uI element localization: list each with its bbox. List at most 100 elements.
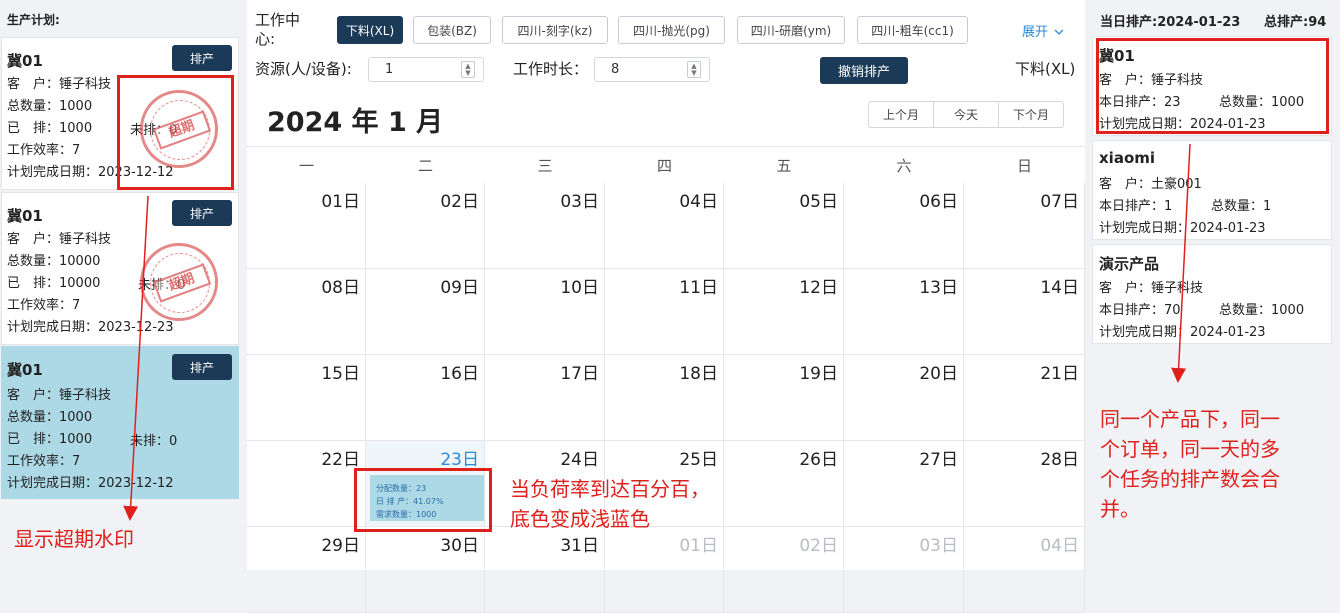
plan-card-plan-date: 计划完成日期：2023-12-12 <box>7 476 174 491</box>
tab-ym[interactable]: 四川-研磨(ym) <box>737 16 845 44</box>
calendar-day-cell[interactable]: 02日 <box>724 527 844 613</box>
calendar-day-cell[interactable]: 26日 <box>724 441 844 527</box>
calendar-day-cell[interactable]: 01日 <box>605 527 724 613</box>
annotation-merge-line: 个订单，同一天的多 <box>1100 437 1280 461</box>
daily-card-total: 总数量：1000 <box>1219 303 1305 318</box>
schedule-button[interactable]: 排产 <box>172 354 232 380</box>
plan-card-name: 冀01 <box>7 361 43 379</box>
calendar-day-cell[interactable]: 29日 <box>247 527 366 613</box>
calendar-day-cell[interactable]: 04日 <box>964 527 1085 613</box>
calendar-day-number: 11日 <box>679 278 718 298</box>
calendar-day-cell[interactable]: 28日 <box>964 441 1085 527</box>
plan-card-name: 冀01 <box>7 52 43 70</box>
daily-card[interactable]: xiaomi 客 户：土豪001 本日排产：1 总数量：1 计划完成日期：202… <box>1092 140 1332 240</box>
plan-card-scheduled: 已 排：1000 <box>7 121 93 136</box>
daily-card-name: xiaomi <box>1099 149 1156 167</box>
cancel-schedule-button[interactable]: 撤销排产 <box>820 57 908 84</box>
expand-label: 展开 <box>1022 25 1049 40</box>
tab-cc1[interactable]: 四川-粗车(cc1) <box>857 16 968 44</box>
calendar-day-cell[interactable]: 15日 <box>247 355 366 441</box>
tab-pg[interactable]: 四川-抛光(pg) <box>618 16 725 44</box>
calendar-day-cell[interactable]: 14日 <box>964 269 1085 355</box>
calendar-day-number: 12日 <box>799 278 838 298</box>
plan-card-total: 总数量：1000 <box>7 99 93 114</box>
weekday-header: 一 <box>298 156 314 175</box>
calendar-day-number: 31日 <box>560 536 599 556</box>
resource-label: 资源(人/设备): <box>255 60 352 78</box>
calendar-day-number: 03日 <box>919 536 958 556</box>
calendar-day-number: 25日 <box>679 450 718 470</box>
calendar-day-number: 13日 <box>919 278 958 298</box>
calendar-day-cell[interactable]: 19日 <box>724 355 844 441</box>
calendar-day-number: 26日 <box>799 450 838 470</box>
calendar-day-cell[interactable]: 17日 <box>485 355 605 441</box>
resource-stepper[interactable]: 1 ▲ ▼ <box>368 57 484 82</box>
annotation-merge-line: 个任务的排产数会合 <box>1100 467 1280 491</box>
calendar-day-number: 19日 <box>799 364 838 384</box>
tab-kz[interactable]: 四川-刻字(kz) <box>502 16 608 44</box>
plan-card-customer: 客 户：锤子科技 <box>7 77 112 92</box>
plan-card-selected[interactable]: 冀01 排产 客 户：锤子科技 总数量：1000 已 排：1000 未排：0 工… <box>1 346 239 499</box>
calendar-day-number: 05日 <box>799 192 838 212</box>
calendar-day-number: 20日 <box>919 364 958 384</box>
annotation-merge: 同一个产品下，同一 个订单，同一天的多 个任务的排产数会合 并。 <box>1100 404 1280 524</box>
next-month-button[interactable]: 下个月 <box>999 102 1063 127</box>
calendar-day-cell[interactable]: 07日 <box>964 183 1085 269</box>
calendar-day-cell[interactable]: 02日 <box>366 183 485 269</box>
calendar-day-cell[interactable]: 22日 <box>247 441 366 527</box>
calendar-day-cell[interactable]: 21日 <box>964 355 1085 441</box>
calendar-day-number: 28日 <box>1040 450 1079 470</box>
calendar-day-cell[interactable]: 30日 <box>366 527 485 613</box>
calendar-day-cell[interactable]: 04日 <box>605 183 724 269</box>
calendar-day-cell[interactable]: 05日 <box>724 183 844 269</box>
calendar-day-cell[interactable]: 10日 <box>485 269 605 355</box>
plan-card[interactable]: 冀01 排产 客 户：锤子科技 总数量：10000 已 排：10000 未排：0… <box>1 192 239 345</box>
calendar-day-number: 04日 <box>1040 536 1079 556</box>
calendar-day-number: 17日 <box>560 364 599 384</box>
daily-card-name: 演示产品 <box>1099 255 1160 273</box>
calendar-day-cell[interactable]: 01日 <box>247 183 366 269</box>
calendar-day-number: 08日 <box>321 278 360 298</box>
production-plan-title: 生产计划: <box>7 13 60 27</box>
calendar-day-cell[interactable]: 06日 <box>844 183 964 269</box>
calendar-day-cell[interactable]: 13日 <box>844 269 964 355</box>
today-button[interactable]: 今天 <box>934 102 999 127</box>
weekday-header: 日 <box>1016 156 1032 175</box>
calendar-day-cell[interactable]: 11日 <box>605 269 724 355</box>
calendar-day-cell[interactable]: 12日 <box>724 269 844 355</box>
calendar-day-cell[interactable]: 03日 <box>485 183 605 269</box>
calendar-day-cell[interactable]: 09日 <box>366 269 485 355</box>
calendar-day-number: 02日 <box>799 536 838 556</box>
annotation-box-watermark <box>117 75 234 190</box>
plan-card-efficiency: 工作效率：7 <box>7 298 81 313</box>
calendar-day-number: 18日 <box>679 364 718 384</box>
daily-card-today: 本日排产：70 <box>1099 303 1181 318</box>
calendar-day-number: 04日 <box>679 192 718 212</box>
daily-card[interactable]: 演示产品 客 户：锤子科技 本日排产：70 总数量：1000 计划完成日期：20… <box>1092 244 1332 344</box>
calendar-day-number: 07日 <box>1040 192 1079 212</box>
tab-bz[interactable]: 包装(BZ) <box>413 16 491 44</box>
calendar-day-cell[interactable]: 16日 <box>366 355 485 441</box>
calendar-day-cell[interactable]: 18日 <box>605 355 724 441</box>
annotation-merge-line: 并。 <box>1100 497 1140 521</box>
schedule-button[interactable]: 排产 <box>172 200 232 226</box>
calendar-day-cell[interactable]: 31日 <box>485 527 605 613</box>
chevron-down-icon <box>1054 29 1064 35</box>
work-hours-stepper[interactable]: 8 ▲ ▼ <box>594 57 710 82</box>
calendar-day-cell[interactable]: 03日 <box>844 527 964 613</box>
stepper-arrows-icon[interactable]: ▲ ▼ <box>461 61 475 78</box>
stepper-arrows-icon[interactable]: ▲ ▼ <box>687 61 701 78</box>
work-center-label: 工作中心: <box>255 11 301 48</box>
plan-card-customer: 客 户：锤子科技 <box>7 388 112 403</box>
expand-toggle[interactable]: 展开 <box>1022 21 1064 40</box>
schedule-button[interactable]: 排产 <box>172 45 232 71</box>
plan-card-unscheduled: 未排：0 <box>130 434 178 449</box>
weekday-header: 二 <box>417 156 433 175</box>
calendar-day-cell[interactable]: 27日 <box>844 441 964 527</box>
tab-xl[interactable]: 下料(XL) <box>337 16 403 44</box>
calendar-day-cell[interactable]: 08日 <box>247 269 366 355</box>
calendar-day-cell[interactable]: 20日 <box>844 355 964 441</box>
calendar-day-number: 01日 <box>679 536 718 556</box>
work-hours-value: 8 <box>611 62 620 77</box>
prev-month-button[interactable]: 上个月 <box>869 102 934 127</box>
